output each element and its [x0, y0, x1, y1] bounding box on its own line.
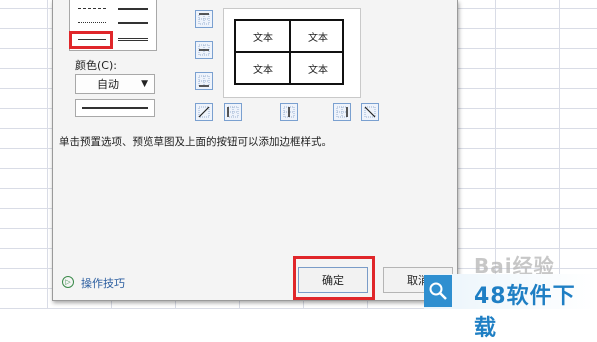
line-style-dotted[interactable] — [78, 22, 106, 23]
border-dialog: 颜色(C): 自动 ▼ 文本 文本 文本 文本 单击预置选项、预览草图及上面的按… — [52, 0, 458, 301]
border-inner-vertical-icon — [283, 106, 295, 118]
border-bottom-icon — [198, 75, 210, 87]
border-left-button[interactable] — [224, 103, 242, 121]
magnifier-icon — [424, 275, 452, 307]
border-inner-horizontal-icon — [198, 44, 210, 56]
tips-link[interactable]: 操作技巧 — [81, 275, 125, 291]
border-middle-vertical-button[interactable] — [280, 103, 298, 121]
preview-table[interactable]: 文本 文本 文本 文本 — [234, 19, 344, 85]
line-style-medium-2[interactable] — [118, 22, 148, 24]
hint-text: 单击预置选项、预览草图及上面的按钮可以添加边框样式。 — [59, 136, 332, 148]
preview-cell: 文本 — [253, 65, 273, 76]
border-middle-horizontal-button[interactable] — [195, 41, 213, 59]
border-preview[interactable]: 文本 文本 文本 文本 — [223, 8, 361, 98]
color-value: 自动 — [97, 78, 119, 91]
preview-cell: 文本 — [308, 33, 328, 44]
color-label: 颜色(C): — [75, 59, 117, 72]
selected-line-highlight — [69, 31, 113, 49]
ok-button[interactable]: 确定 — [298, 267, 368, 293]
border-right-button[interactable] — [333, 103, 351, 121]
diagonal-down-icon — [364, 106, 376, 118]
border-top-icon — [198, 13, 210, 25]
preview-cell: 文本 — [253, 33, 273, 44]
chevron-down-icon: ▼ — [141, 79, 148, 89]
color-select[interactable]: 自动 ▼ — [75, 74, 155, 94]
border-diagonal-down-button[interactable] — [361, 103, 379, 121]
border-top-button[interactable] — [195, 10, 213, 28]
border-diagonal-up-button[interactable] — [195, 103, 213, 121]
diagonal-up-icon — [198, 106, 210, 118]
line-sample — [75, 99, 155, 117]
tips-icon[interactable]: ▷ — [62, 276, 74, 288]
line-style-double[interactable] — [118, 38, 148, 44]
border-bottom-button[interactable] — [195, 72, 213, 90]
border-left-icon — [227, 106, 239, 118]
preview-cell: 文本 — [308, 65, 328, 76]
site-watermark-text: 48软件下载 — [474, 284, 576, 341]
border-right-icon — [336, 106, 348, 118]
line-style-medium-1[interactable] — [118, 8, 148, 10]
line-style-dashdot[interactable] — [78, 8, 106, 9]
